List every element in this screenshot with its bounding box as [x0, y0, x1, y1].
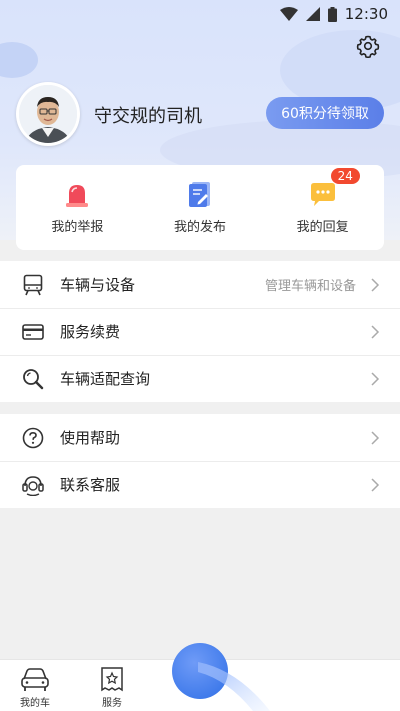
user-photo: [19, 85, 77, 143]
tab-service[interactable]: 服务: [100, 666, 124, 709]
battery-icon: [327, 6, 337, 22]
car-icon: [21, 668, 49, 691]
status-bar: 12:30: [279, 4, 388, 24]
vehicle-device-icon: [23, 274, 43, 295]
wifi-icon: [279, 7, 298, 21]
menu-label: 车辆与设备: [60, 276, 136, 294]
signal-icon: [305, 7, 320, 21]
headset-icon: [22, 475, 44, 496]
menu-item-vehicle-devices[interactable]: 车辆与设备 管理车辆和设备: [0, 261, 400, 308]
menu-label: 车辆适配查询: [60, 370, 151, 388]
menu-item-customer-service[interactable]: 联系客服: [0, 461, 400, 508]
menu-group-support: 使用帮助 联系客服: [0, 414, 400, 508]
chevron-right-icon: [371, 324, 380, 339]
chevron-right-icon: [371, 277, 380, 292]
quick-actions-card: 我的举报 我的发布 24 我的回复: [16, 165, 384, 250]
menu-label: 使用帮助: [60, 429, 121, 447]
my-reports-item[interactable]: 我的举报: [27, 180, 127, 235]
help-icon: [22, 427, 44, 448]
decor-blob: [0, 42, 38, 78]
chevron-right-icon: [371, 430, 380, 445]
menu-label: 服务续费: [60, 323, 121, 341]
search-icon: [23, 368, 44, 389]
menu-item-service-renewal[interactable]: 服务续费: [0, 308, 400, 355]
menu-hint: 管理车辆和设备: [264, 279, 356, 294]
menu-label: 联系客服: [60, 476, 121, 494]
claim-points-button[interactable]: 60积分待领取: [266, 97, 384, 129]
quick-label-replies: 我的回复: [296, 220, 349, 235]
chat-bubble-icon: [310, 183, 335, 206]
light-ray-decor: [198, 662, 270, 711]
menu-item-vehicle-compatibility[interactable]: 车辆适配查询: [0, 355, 400, 402]
my-posts-item[interactable]: 我的发布: [150, 180, 250, 235]
settings-gear-icon[interactable]: [356, 34, 380, 58]
card-icon: [22, 323, 44, 340]
my-replies-item[interactable]: 24 我的回复: [273, 168, 373, 235]
chevron-right-icon: [371, 477, 380, 492]
menu-item-help[interactable]: 使用帮助: [0, 414, 400, 461]
document-edit-icon: [188, 182, 210, 207]
tab-label-service: 服务: [102, 698, 122, 709]
quick-label-posts: 我的发布: [173, 220, 226, 235]
username: 守交规的司机: [94, 106, 202, 127]
avatar[interactable]: [16, 82, 80, 146]
tab-label-my-car: 我的车: [20, 698, 50, 709]
alarm-light-icon: [66, 185, 89, 207]
tab-my-car[interactable]: 我的车: [20, 666, 50, 709]
status-time: 12:30: [344, 5, 388, 23]
menu-group-vehicle: 车辆与设备 管理车辆和设备 服务续费 车辆适配查询: [0, 261, 400, 402]
chevron-right-icon: [371, 371, 380, 386]
quick-label-reports: 我的举报: [51, 220, 104, 235]
replies-count-badge: 24: [330, 168, 360, 184]
service-icon: [101, 667, 123, 692]
